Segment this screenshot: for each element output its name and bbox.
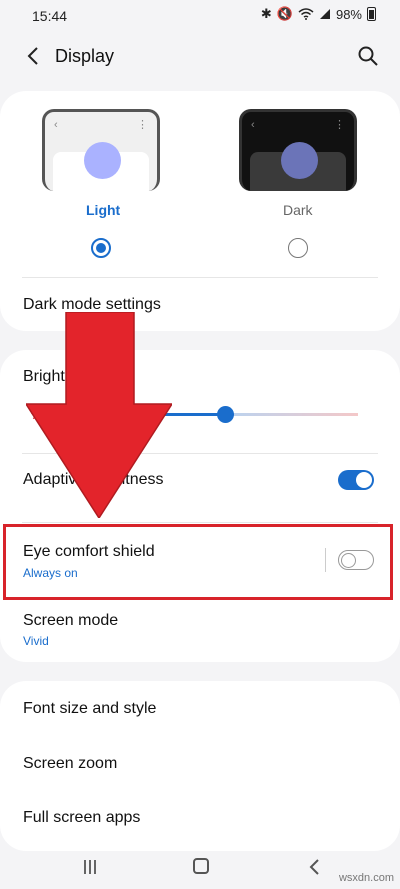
status-bar: 15:44 ✱ 🔇 98%: [0, 0, 400, 32]
signal-icon: [319, 9, 330, 19]
mute-icon: 🔇: [276, 6, 293, 21]
chevron-left-icon: ‹: [54, 119, 58, 131]
dark-theme-label: Dark: [283, 202, 313, 218]
font-size-style-item[interactable]: Font size and style: [23, 700, 156, 718]
light-theme-preview[interactable]: ‹ ⋮: [42, 109, 160, 191]
status-icons: ✱ 🔇 98%: [261, 6, 376, 22]
screen-mode-label[interactable]: Screen mode: [23, 612, 118, 630]
highlight-box: [3, 524, 393, 600]
preview-circle: [84, 142, 121, 179]
battery-percent: 98%: [335, 6, 362, 22]
preview-circle: [281, 142, 318, 179]
app-header: Display: [0, 36, 400, 78]
theme-card: ‹ ⋮ ‹ ⋮ Light Dark Dark mode settings: [0, 91, 400, 331]
more-settings-card: Font size and style Screen zoom Full scr…: [0, 681, 400, 851]
wifi-icon: [298, 8, 314, 20]
status-time: 15:44: [32, 8, 68, 24]
chevron-left-icon: ‹: [251, 119, 255, 131]
more-icon: ⋮: [137, 119, 148, 131]
red-arrow-annotation: [26, 312, 172, 518]
screen-zoom-item[interactable]: Screen zoom: [23, 755, 117, 773]
search-icon[interactable]: [356, 44, 380, 68]
divider: [22, 277, 378, 278]
back-arrow-icon[interactable]: [22, 44, 46, 68]
watermark: wsxdn.com: [338, 872, 394, 884]
more-icon: ⋮: [334, 119, 345, 131]
adaptive-brightness-toggle[interactable]: [338, 470, 374, 490]
divider: [22, 522, 378, 523]
light-theme-radio[interactable]: [91, 238, 111, 258]
full-screen-apps-item[interactable]: Full screen apps: [23, 809, 140, 827]
page-title: Display: [55, 46, 115, 66]
home-icon[interactable]: [193, 858, 209, 874]
back-nav-icon[interactable]: [307, 857, 321, 877]
recents-icon[interactable]: [82, 858, 98, 876]
brightness-slider-thumb[interactable]: [217, 406, 234, 423]
bluetooth-icon: ✱: [260, 6, 272, 21]
battery-icon: [367, 7, 376, 21]
screen-mode-value: Vivid: [23, 634, 49, 648]
brightness-slider-track[interactable]: [225, 413, 358, 416]
light-theme-label: Light: [86, 202, 121, 218]
dark-theme-preview[interactable]: ‹ ⋮: [239, 109, 357, 191]
dark-theme-radio[interactable]: [288, 238, 308, 258]
